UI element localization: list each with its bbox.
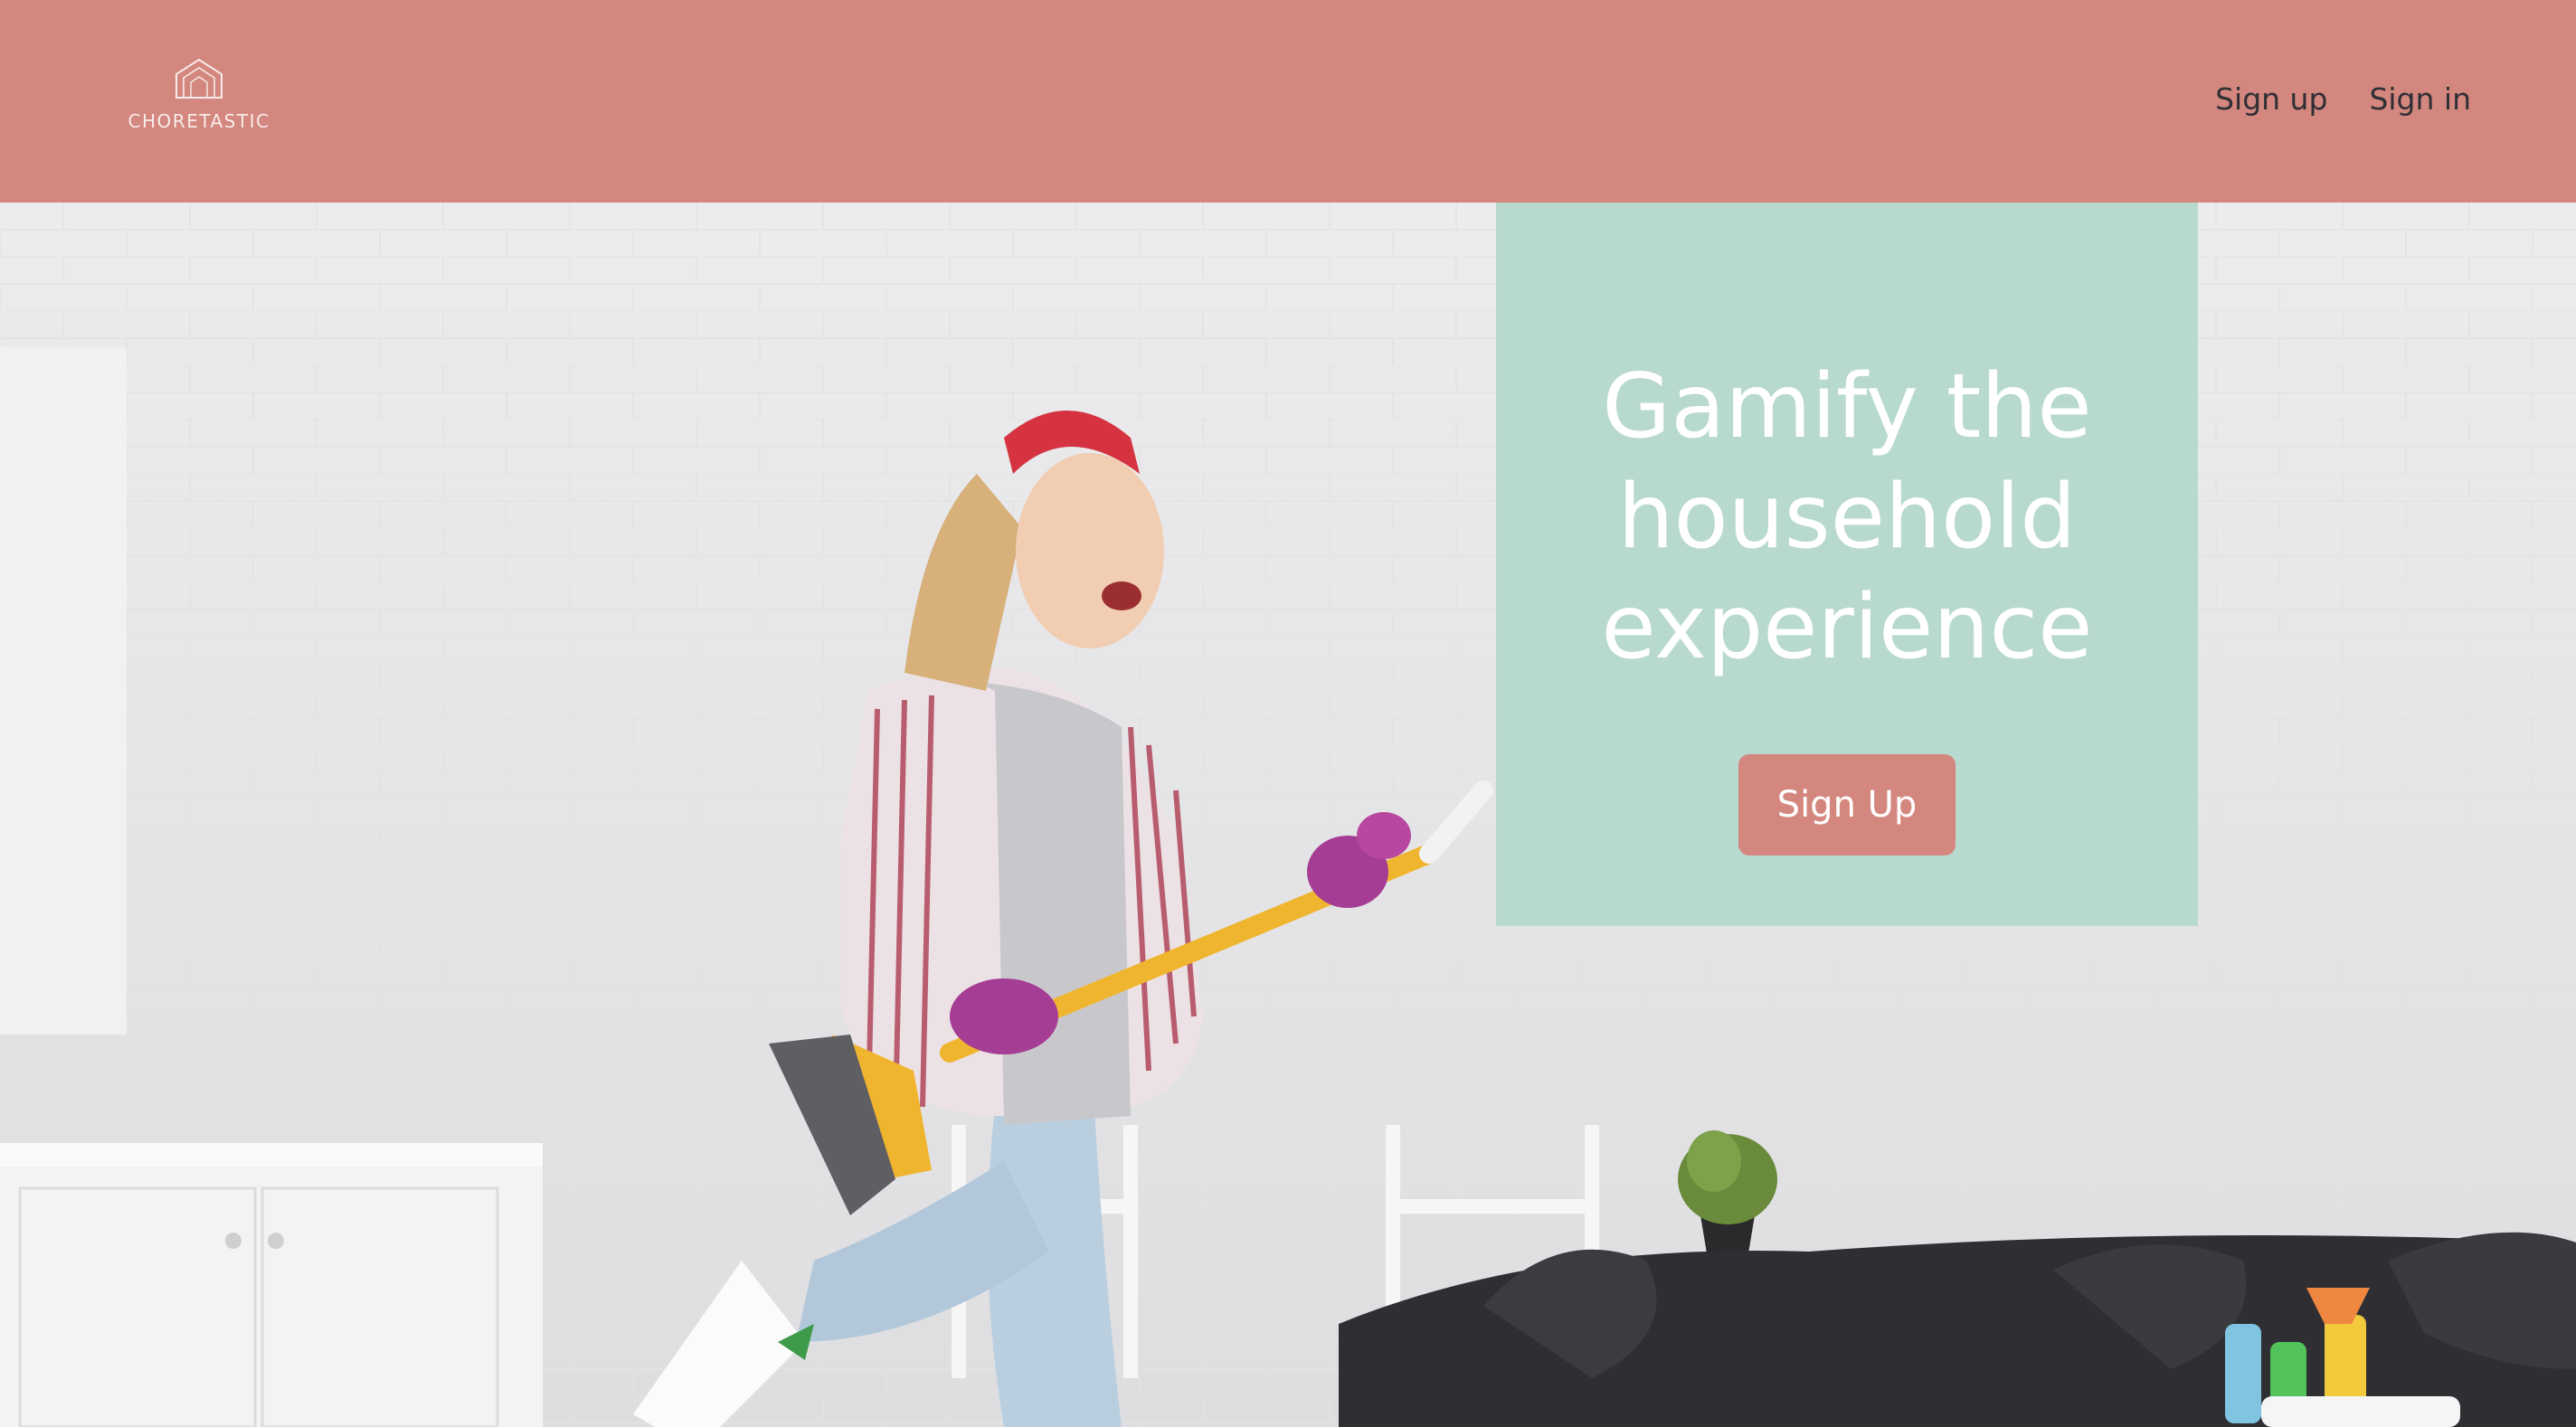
brand-name: CHORETASTIC (128, 110, 270, 132)
hero-sign-up-button[interactable]: Sign Up (1738, 754, 1956, 855)
hero-card: Gamify the household experience Sign Up (1496, 203, 2198, 926)
header-nav: Sign up Sign in (2215, 81, 2471, 117)
nav-sign-up-link[interactable]: Sign up (2215, 81, 2327, 117)
house-roof-icon (175, 58, 223, 99)
hero-headline: Gamify the household experience (1601, 355, 2093, 679)
site-header: CHORETASTIC Sign up Sign in (0, 0, 2576, 203)
brand-logo[interactable]: CHORETASTIC (127, 56, 271, 137)
nav-sign-in-link[interactable]: Sign in (2369, 81, 2471, 117)
